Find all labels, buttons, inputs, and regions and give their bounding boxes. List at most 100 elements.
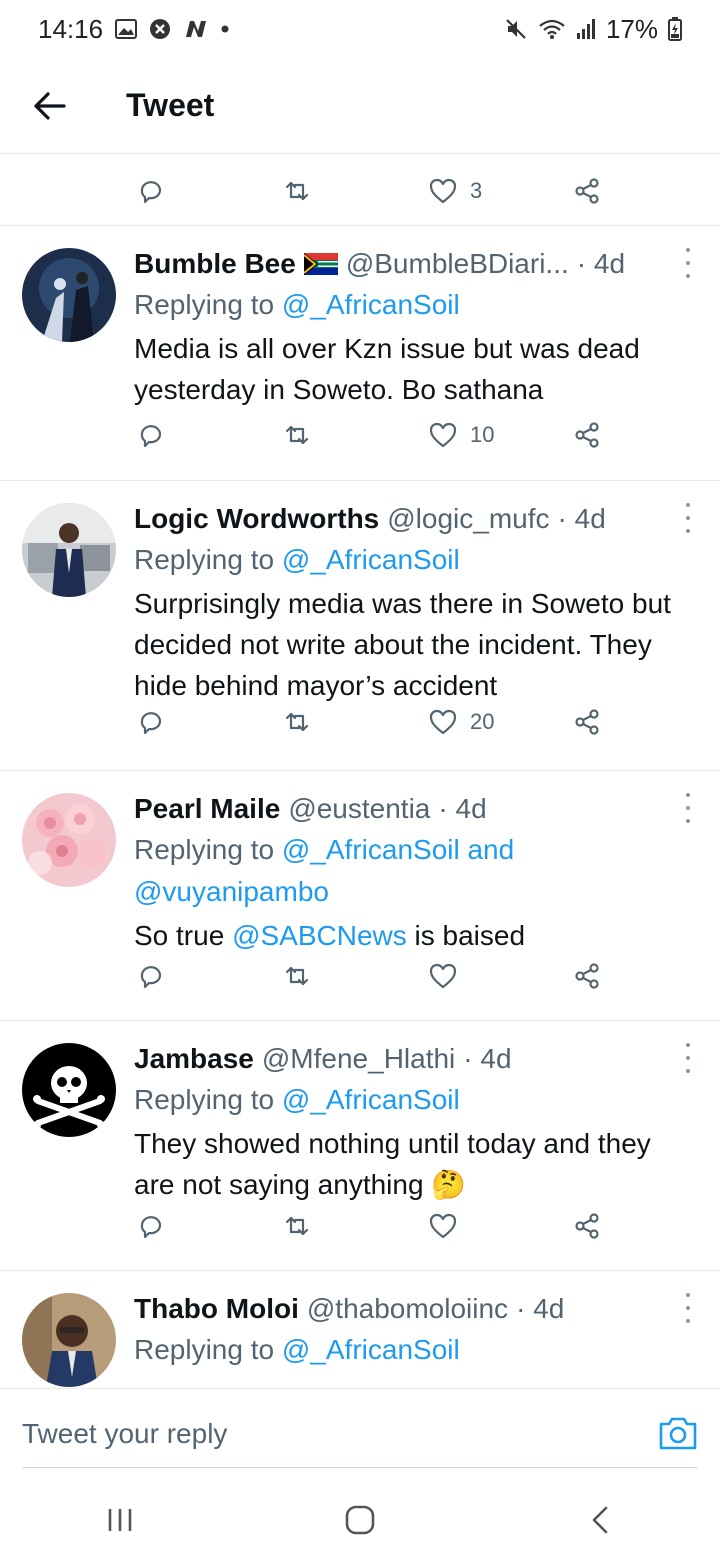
retweet-icon bbox=[285, 181, 309, 201]
display-name[interactable]: Thabo Moloi bbox=[134, 1289, 299, 1329]
like-button[interactable]: 20 bbox=[428, 707, 494, 737]
like-button[interactable] bbox=[428, 1211, 458, 1241]
share-icon bbox=[575, 709, 599, 735]
share-icon bbox=[575, 1213, 599, 1239]
reply-button[interactable] bbox=[136, 420, 166, 450]
camera-button[interactable] bbox=[658, 1415, 698, 1451]
avatar[interactable] bbox=[22, 248, 116, 342]
page-title: Tweet bbox=[126, 87, 215, 123]
reply-input[interactable]: Tweet your reply bbox=[22, 1409, 642, 1459]
mention-link[interactable]: @_AfricanSoil bbox=[282, 1084, 460, 1115]
tweet-item[interactable]: Bumble Bee @BumbleBDiari... · 4d Replyin… bbox=[0, 226, 720, 481]
mention-link[interactable]: @_AfricanSoil bbox=[282, 289, 460, 320]
tweet-text: Surprisingly media was there in Soweto b… bbox=[134, 588, 671, 701]
user-handle[interactable]: @BumbleBDiari... bbox=[346, 244, 569, 284]
display-name[interactable]: Pearl Maile bbox=[134, 789, 280, 829]
reply-icon bbox=[140, 1216, 162, 1239]
share-icon bbox=[575, 422, 599, 448]
reply-icon bbox=[140, 966, 162, 989]
replying-to: Replying to @_AfricanSoil bbox=[134, 1084, 460, 1115]
avatar[interactable] bbox=[22, 503, 116, 597]
n-app-icon bbox=[183, 19, 209, 39]
header: Tweet bbox=[0, 58, 720, 154]
like-button[interactable] bbox=[428, 961, 458, 991]
more-options-icon[interactable] bbox=[678, 793, 698, 823]
share-button[interactable] bbox=[572, 707, 602, 737]
share-button[interactable] bbox=[572, 420, 602, 450]
reply-feed[interactable]: 3 Bumble Bee @BumbleBDiari... · 4d Reply… bbox=[0, 154, 720, 1388]
reply-button[interactable] bbox=[136, 1211, 166, 1241]
home-button[interactable] bbox=[320, 1490, 400, 1550]
clock: 14:16 bbox=[38, 13, 104, 44]
avatar[interactable] bbox=[22, 793, 116, 887]
retweet-button[interactable] bbox=[282, 176, 312, 206]
tweet-item[interactable]: Pearl Maile @eustentia · 4d Replying to … bbox=[0, 771, 720, 1021]
timestamp: · 4d bbox=[463, 1043, 512, 1074]
back-nav-button[interactable] bbox=[560, 1490, 640, 1550]
timestamp: · 4d bbox=[516, 1293, 565, 1324]
retweet-button[interactable] bbox=[282, 707, 312, 737]
heart-icon bbox=[429, 178, 457, 204]
more-options-icon[interactable] bbox=[678, 1293, 698, 1323]
reply-icon bbox=[140, 712, 162, 735]
back-button[interactable] bbox=[0, 58, 100, 154]
arrow-left-icon bbox=[34, 91, 66, 120]
mute-icon bbox=[504, 17, 528, 41]
share-icon bbox=[575, 963, 599, 989]
mention-link[interactable]: @_AfricanSoil bbox=[282, 544, 460, 575]
share-button[interactable] bbox=[572, 961, 602, 991]
like-count: 3 bbox=[470, 178, 483, 203]
share-button[interactable] bbox=[572, 176, 602, 206]
heart-icon bbox=[429, 1213, 457, 1239]
reply-button[interactable] bbox=[136, 176, 166, 206]
timestamp: · 4d bbox=[576, 248, 626, 279]
reply-button[interactable] bbox=[136, 961, 166, 991]
retweet-icon bbox=[285, 425, 309, 445]
more-options-icon[interactable] bbox=[678, 503, 698, 533]
reply-icon bbox=[140, 181, 162, 204]
reply-button[interactable] bbox=[136, 707, 166, 737]
more-options-icon[interactable] bbox=[678, 248, 698, 278]
user-handle[interactable]: @Mfene_Hlathi bbox=[262, 1039, 455, 1079]
retweet-button[interactable] bbox=[282, 961, 312, 991]
mention-link[interactable]: @vuyanipambo bbox=[134, 876, 329, 907]
mention-link[interactable]: @_AfricanSoil and bbox=[282, 834, 514, 865]
tweet-text: They showed nothing until today and they… bbox=[134, 1128, 651, 1200]
display-name[interactable]: Logic Wordworths bbox=[134, 499, 379, 539]
tweet-text: Media is all over Kzn issue but was dead… bbox=[134, 333, 640, 405]
system-nav-bar bbox=[0, 1480, 720, 1560]
user-handle[interactable]: @eustentia bbox=[288, 789, 430, 829]
timestamp: · 4d bbox=[557, 503, 606, 534]
replying-to: Replying to @_AfricanSoil bbox=[134, 544, 460, 575]
reply-bar: Tweet your reply bbox=[0, 1388, 720, 1480]
like-count: 20 bbox=[470, 709, 495, 734]
share-button[interactable] bbox=[572, 1211, 602, 1241]
home-icon bbox=[345, 1505, 375, 1535]
retweet-button[interactable] bbox=[282, 1211, 312, 1241]
mention-link[interactable]: @_AfricanSoil bbox=[282, 1334, 460, 1365]
input-underline bbox=[22, 1467, 698, 1468]
battery-percent: 17% bbox=[605, 13, 658, 44]
text-fragment-icon bbox=[210, 154, 230, 156]
more-options-icon[interactable] bbox=[678, 1043, 698, 1073]
like-button[interactable]: 3 bbox=[428, 176, 482, 206]
like-button[interactable]: 10 bbox=[428, 420, 494, 450]
heart-icon bbox=[429, 963, 457, 989]
display-name[interactable]: Bumble Bee bbox=[134, 244, 296, 284]
notification-dot-icon bbox=[221, 25, 229, 33]
avatar[interactable] bbox=[22, 1043, 116, 1137]
user-handle[interactable]: @logic_mufc bbox=[387, 499, 549, 539]
tweet-item[interactable]: Jambase @Mfene_Hlathi · 4d Replying to @… bbox=[0, 1021, 720, 1271]
recent-apps-icon bbox=[108, 1509, 132, 1531]
retweet-button[interactable] bbox=[282, 420, 312, 450]
recent-apps-button[interactable] bbox=[80, 1490, 160, 1550]
tweet-item[interactable]: Logic Wordworths @logic_mufc · 4d Replyi… bbox=[0, 481, 720, 771]
user-handle[interactable]: @thabomoloiinc bbox=[307, 1289, 508, 1329]
wifi-icon bbox=[538, 18, 566, 40]
avatar[interactable] bbox=[22, 1293, 116, 1387]
replying-to: Replying to @_AfricanSoil bbox=[134, 289, 460, 320]
camera-icon bbox=[659, 1417, 697, 1450]
tweet-item[interactable]: Thabo Moloi @thabomoloiinc · 4d Replying… bbox=[0, 1271, 720, 1388]
chevron-left-icon bbox=[592, 1506, 608, 1534]
display-name[interactable]: Jambase bbox=[134, 1039, 254, 1079]
